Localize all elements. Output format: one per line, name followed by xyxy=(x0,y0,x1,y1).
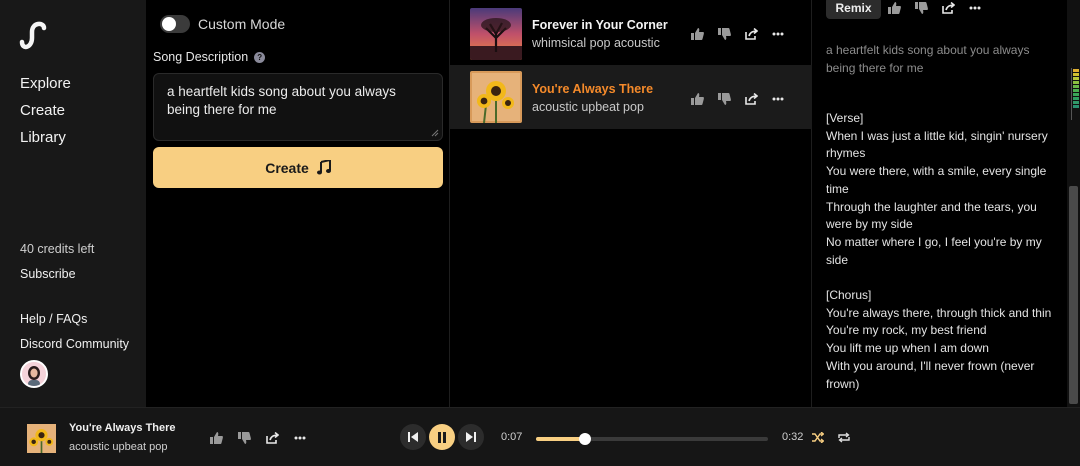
now-playing-title[interactable]: You're Always There xyxy=(69,422,176,434)
create-button-label: Create xyxy=(265,159,309,176)
song-description-value: a heartfelt kids song about you always b… xyxy=(167,84,396,117)
help-faqs-link[interactable]: Help / FAQs xyxy=(20,312,129,337)
song-title[interactable]: You're Always There xyxy=(532,82,653,96)
thumbs-down-icon[interactable] xyxy=(717,92,731,106)
repeat-icon[interactable] xyxy=(838,432,850,443)
detail-actions xyxy=(887,1,982,15)
song-description-input[interactable]: a heartfelt kids song about you always b… xyxy=(153,73,443,141)
song-row-selected[interactable]: You're Always There acoustic upbeat pop xyxy=(450,65,812,129)
custom-mode-row: Custom Mode xyxy=(160,15,285,33)
skip-back-icon xyxy=(408,432,418,442)
more-options-icon[interactable] xyxy=(968,1,982,15)
thumbs-down-icon[interactable] xyxy=(717,27,731,41)
song-detail-panel: Remix a heartfelt kids song about you al… xyxy=(813,0,1067,407)
pause-button[interactable] xyxy=(429,424,455,450)
credits-remaining: 40 credits left xyxy=(20,242,95,256)
thumbs-up-icon[interactable] xyxy=(690,27,704,41)
song-cover-image xyxy=(470,8,522,60)
playback-controls xyxy=(400,424,484,450)
scrollbar-thumb[interactable] xyxy=(1069,186,1078,404)
user-avatar[interactable] xyxy=(20,360,48,388)
player-song-actions xyxy=(209,431,307,445)
more-options-icon[interactable] xyxy=(771,27,785,41)
discord-community-link[interactable]: Discord Community xyxy=(20,337,129,362)
song-actions xyxy=(690,27,785,41)
thumbs-down-icon[interactable] xyxy=(237,431,251,445)
song-style: whimsical pop acoustic xyxy=(532,36,660,50)
now-playing-style: acoustic upbeat pop xyxy=(69,441,168,453)
sidebar-footer: 40 credits left Subscribe Help / FAQs Di… xyxy=(20,242,129,362)
pause-icon xyxy=(438,431,446,443)
subscribe-link[interactable]: Subscribe xyxy=(20,267,129,312)
skip-forward-icon xyxy=(466,432,476,442)
suno-logo[interactable] xyxy=(18,20,48,50)
shuffle-icon[interactable] xyxy=(812,432,824,443)
share-icon[interactable] xyxy=(744,92,758,106)
song-actions xyxy=(690,92,785,106)
progress-handle[interactable] xyxy=(578,433,591,445)
current-time: 0:07 xyxy=(501,431,523,443)
thumbs-up-icon[interactable] xyxy=(209,431,223,445)
detail-scrollbar[interactable] xyxy=(1067,0,1080,407)
now-playing-cover[interactable] xyxy=(27,424,56,453)
resize-handle-icon[interactable] xyxy=(431,129,439,137)
nav-library[interactable]: Library xyxy=(20,128,71,155)
custom-mode-label: Custom Mode xyxy=(198,16,286,32)
song-cover-image xyxy=(470,71,522,123)
remix-button[interactable]: Remix xyxy=(826,0,881,19)
share-icon[interactable] xyxy=(941,1,955,15)
create-button[interactable]: Create xyxy=(153,147,443,188)
song-lyrics: [Verse] When I was just a little kid, si… xyxy=(826,111,1052,391)
song-description-label-text: Song Description xyxy=(153,50,249,64)
avatar-image xyxy=(22,362,46,386)
more-options-icon[interactable] xyxy=(771,92,785,106)
help-icon[interactable]: ? xyxy=(254,51,266,63)
main-nav: Explore Create Library xyxy=(20,74,71,155)
song-description-text: a heartfelt kids song about you always b… xyxy=(826,43,1030,75)
thumbs-up-icon[interactable] xyxy=(887,1,901,15)
more-options-icon[interactable] xyxy=(293,431,307,445)
progress-fill xyxy=(536,437,585,441)
share-icon[interactable] xyxy=(265,431,279,445)
song-list: Forever in Your Corner whimsical pop aco… xyxy=(449,0,812,407)
song-title[interactable]: Forever in Your Corner xyxy=(532,18,668,32)
song-style: acoustic upbeat pop xyxy=(532,100,644,114)
thumbs-up-icon[interactable] xyxy=(690,92,704,106)
next-track-button[interactable] xyxy=(458,424,484,450)
sidebar: Explore Create Library 40 credits left S… xyxy=(0,0,146,407)
progress-slider[interactable] xyxy=(536,433,768,445)
create-panel: Custom Mode Song Description ? a heartfe… xyxy=(146,0,449,407)
audio-level-meter xyxy=(1071,68,1079,120)
song-row[interactable]: Forever in Your Corner whimsical pop aco… xyxy=(450,1,812,65)
custom-mode-toggle[interactable] xyxy=(160,15,190,33)
music-note-icon xyxy=(316,160,331,175)
previous-track-button[interactable] xyxy=(400,424,426,450)
thumbs-down-icon[interactable] xyxy=(914,1,928,15)
nav-explore[interactable]: Explore xyxy=(20,74,71,101)
nav-create[interactable]: Create xyxy=(20,101,71,128)
player-bar: You're Always There acoustic upbeat pop … xyxy=(0,407,1080,466)
share-icon[interactable] xyxy=(744,27,758,41)
song-description-label: Song Description ? xyxy=(153,50,266,64)
total-time: 0:32 xyxy=(782,431,804,443)
